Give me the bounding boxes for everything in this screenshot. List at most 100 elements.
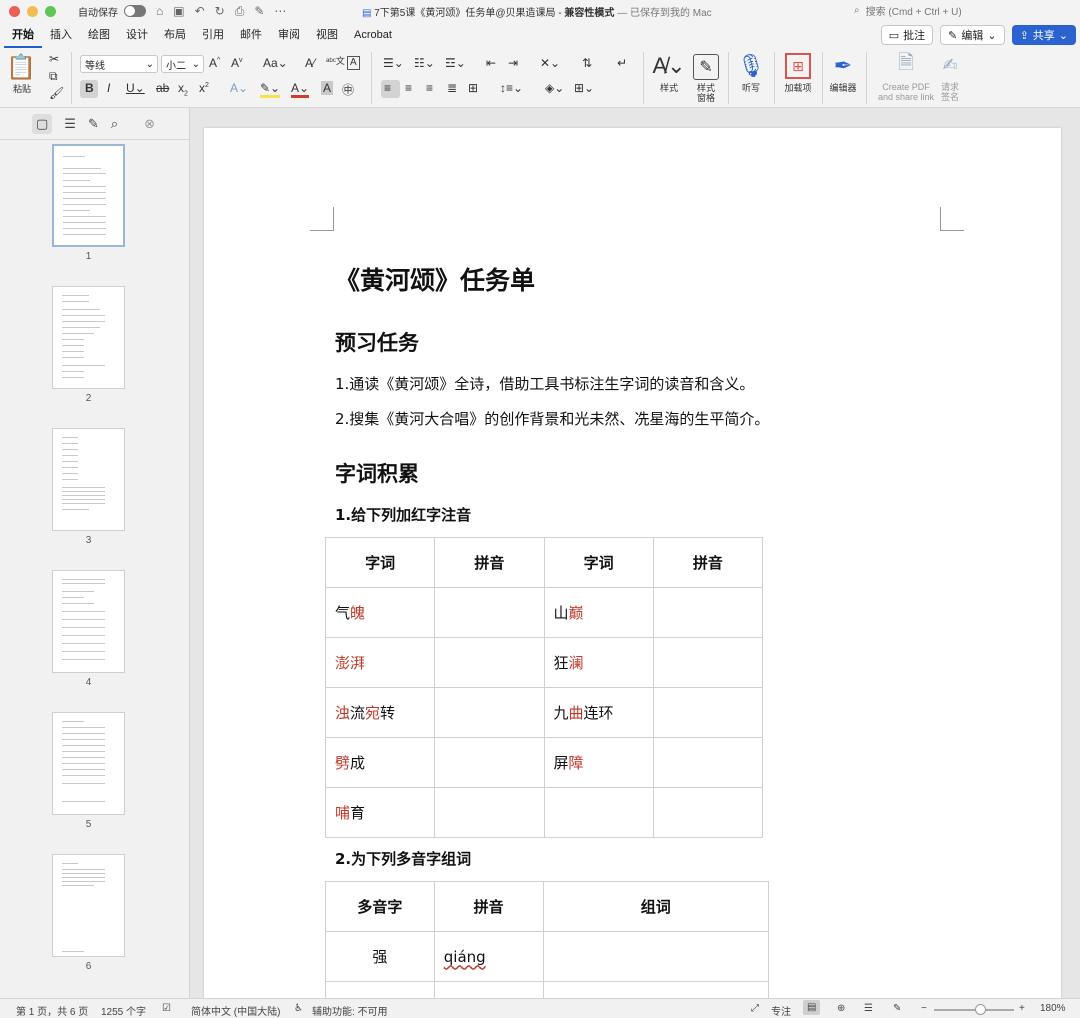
edit-doc-icon[interactable]: ✎ [254, 4, 264, 19]
outline-view-icon[interactable]: ☰ [864, 1003, 873, 1014]
grow-font-icon[interactable]: A^ [209, 56, 220, 70]
search-tab-icon[interactable]: ⌕ [111, 116, 118, 132]
zoom-in-icon[interactable]: + [1019, 1003, 1025, 1014]
bullets-icon[interactable]: ☰⌄ [383, 56, 404, 70]
page-thumbnail-4[interactable] [52, 570, 125, 673]
word-cell[interactable]: 山巅 [543, 587, 654, 638]
enclose-char-icon[interactable]: ㊥ [342, 81, 354, 98]
page-count[interactable]: 第 1 页，共 6 页 [16, 1003, 88, 1018]
font-size-select[interactable]: 小二 ⌄ [161, 55, 204, 73]
more-icon[interactable]: ⋯ [274, 4, 286, 19]
tab-2[interactable]: 绘图 [80, 22, 118, 48]
polyphone-char-cell[interactable]: 强 [325, 931, 435, 982]
document-canvas[interactable]: 《黄河颂》任务单 预习任务 1.通读《黄河颂》全诗，借助工具书标注生字词的读音和… [191, 108, 1080, 998]
web-layout-icon[interactable]: ⊕ [837, 1003, 845, 1014]
zoom-slider-handle[interactable] [975, 1004, 986, 1015]
thumbnails-tab-icon[interactable]: ▢ [32, 113, 53, 134]
chinese-layout-icon[interactable]: ✕⌄ [540, 56, 560, 70]
share-button[interactable]: ⇪ 共享 ⌄ [1011, 25, 1076, 45]
tab-4[interactable]: 布局 [156, 22, 194, 48]
headings-tab-icon[interactable]: ☰ [64, 116, 76, 132]
word-cell[interactable]: 哺育 [324, 787, 436, 838]
borders-icon[interactable]: ⊞⌄ [574, 81, 594, 95]
page-thumbnail-3[interactable] [52, 428, 125, 531]
page-thumbnail-6[interactable] [52, 854, 125, 957]
zoom-out-icon[interactable]: − [921, 1003, 927, 1014]
proofing-icon[interactable]: ☑ [162, 1003, 171, 1014]
close-window-button[interactable] [9, 5, 20, 17]
text-effects-icon[interactable]: A⌄ [230, 81, 248, 95]
char-shading-icon[interactable]: A [321, 81, 334, 95]
document-page[interactable]: 《黄河颂》任务单 预习任务 1.通读《黄河颂》全诗，借助工具书标注生字词的读音和… [204, 128, 1061, 998]
pinyin-cell[interactable] [652, 737, 764, 788]
shading-icon[interactable]: ◈⌄ [545, 81, 564, 95]
focus-label[interactable]: 专注 [771, 1003, 791, 1018]
request-signature-icon[interactable]: ✍ [937, 52, 963, 78]
pinyin-cell[interactable] [434, 637, 545, 688]
copy-icon[interactable]: ⧉ [49, 69, 58, 84]
focus-icon[interactable]: ⤢ [751, 1003, 759, 1014]
change-case-icon[interactable]: Aa⌄ [263, 56, 288, 70]
word-cell[interactable]: 浊流宛转 [324, 687, 436, 738]
phonetic-guide-icon[interactable]: ᵃᵇᶜ文 [326, 54, 345, 67]
search-box[interactable]: ⌕ 搜索 (Cmd + Ctrl + U) [854, 2, 1072, 19]
tab-8[interactable]: 视图 [308, 22, 346, 48]
align-right-icon[interactable]: ≡ [426, 81, 433, 95]
pinyin-cell[interactable] [652, 787, 764, 838]
tab-0[interactable]: 开始 [4, 22, 42, 48]
tab-3[interactable]: 设计 [118, 22, 156, 48]
multilevel-list-icon[interactable]: ☲⌄ [445, 56, 466, 70]
cut-icon[interactable]: ✂ [49, 52, 59, 66]
page-thumbnail-2[interactable] [52, 286, 125, 389]
word-cell[interactable]: 澎湃 [324, 637, 436, 688]
compound-cell[interactable] [542, 931, 770, 982]
comments-button[interactable]: ▭ 批注 [880, 25, 934, 45]
pinyin-cell[interactable] [652, 687, 764, 738]
show-marks-icon[interactable]: ↵ [617, 56, 627, 70]
print-layout-icon[interactable]: ▤ [803, 1000, 821, 1015]
zoom-level[interactable]: 180% [1040, 1003, 1066, 1014]
bold-icon[interactable]: B [85, 81, 94, 95]
word-cell[interactable]: 劈成 [324, 737, 436, 788]
distribute-icon[interactable]: ⊞ [468, 81, 478, 95]
pinyin-cell[interactable] [652, 637, 764, 688]
accessibility-status[interactable]: 辅助功能: 不可用 [312, 1003, 388, 1018]
shrink-font-icon[interactable]: Av [231, 56, 243, 70]
addins-icon[interactable]: ⊞ [785, 53, 811, 79]
pinyin-cell[interactable] [434, 587, 545, 638]
tab-7[interactable]: 审阅 [270, 22, 308, 48]
word-cell[interactable]: 狂澜 [543, 637, 654, 688]
editing-mode-button[interactable]: ✎ 编辑 ⌄ [940, 25, 1005, 45]
align-left-icon[interactable]: ≡ [384, 81, 391, 95]
word-cell[interactable]: 气魄 [324, 587, 436, 638]
page-thumbnail-5[interactable] [52, 712, 125, 815]
close-pane-icon[interactable]: ⊗ [144, 116, 155, 132]
accessibility-icon[interactable]: ♿ [294, 1003, 303, 1014]
pinyin-cell[interactable] [434, 737, 545, 788]
create-pdf-icon[interactable]: 🗎 [893, 52, 919, 78]
editor-icon[interactable]: ✒ [830, 52, 856, 80]
pinyin-cell[interactable] [434, 787, 545, 838]
page-thumbnail-1[interactable] [52, 144, 125, 247]
format-painter-icon[interactable]: 🖌 [49, 86, 64, 100]
pinyin-cell[interactable]: qiáng [433, 931, 544, 982]
char-border-icon[interactable]: A [347, 56, 360, 70]
justify-icon[interactable]: ≣ [447, 81, 457, 95]
language[interactable]: 简体中文 (中国大陆) [191, 1003, 280, 1018]
tab-6[interactable]: 邮件 [232, 22, 270, 48]
autosave-switch[interactable] [124, 5, 146, 17]
styles-icon[interactable]: A̸⌄ [652, 52, 686, 80]
styles-pane-icon[interactable]: ✎ [693, 54, 719, 80]
strikethrough-icon[interactable]: ab [156, 81, 169, 95]
word-cell[interactable]: 屏障 [543, 737, 654, 788]
underline-icon[interactable]: U⌄ [126, 81, 145, 95]
pinyin-cell[interactable] [434, 687, 545, 738]
autosave-toggle[interactable]: 自动保存 [78, 4, 146, 19]
clear-format-icon[interactable]: A⁄ [305, 56, 315, 70]
numbering-icon[interactable]: ☷⌄ [414, 56, 435, 70]
print-icon[interactable]: ⎙ [235, 4, 245, 19]
subscript-icon[interactable]: x2 [178, 81, 188, 97]
redo-icon[interactable]: ↻ [215, 4, 225, 19]
draft-view-icon[interactable]: ✎ [893, 1003, 901, 1014]
align-center-icon[interactable]: ≡ [405, 81, 412, 95]
